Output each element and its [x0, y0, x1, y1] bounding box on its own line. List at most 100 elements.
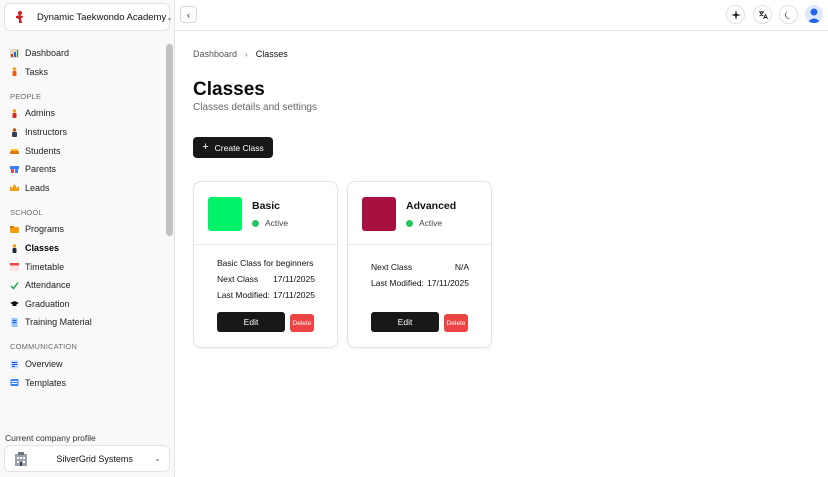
theme-toggle-button[interactable] — [779, 5, 798, 24]
translate-icon — [758, 10, 768, 19]
last-modified-value: 17/11/2025 — [427, 278, 469, 288]
next-class-value: N/A — [454, 262, 469, 272]
sidebar-item-leads[interactable]: Leads — [0, 179, 166, 198]
organization-name: Dynamic Taekwondo Academy — [37, 11, 167, 23]
sidebar-item-dashboard[interactable]: Dashboard — [0, 44, 166, 63]
sidebar-item-label: Graduation — [25, 298, 70, 309]
sidebar-item-label: Students — [25, 145, 61, 156]
admins-icon — [10, 109, 19, 118]
sidebar-item-label: Attendance — [25, 280, 71, 291]
sidebar-item-label: Programs — [25, 224, 65, 235]
class-color-swatch — [208, 197, 242, 231]
sidebar-item-graduation[interactable]: Graduation — [0, 295, 166, 314]
last-modified-row: Last Modified: 17/11/2025 — [217, 290, 315, 300]
sidebar-item-label: Leads — [25, 182, 50, 193]
graduation-cap-icon — [10, 299, 19, 308]
class-color-swatch — [362, 197, 396, 231]
sidebar-item-students[interactable]: Students — [0, 141, 166, 160]
status-label: Active — [265, 218, 289, 228]
sidebar-item-parents[interactable]: Parents — [0, 160, 166, 179]
chevron-down-icon: ⌄ — [154, 454, 161, 463]
next-class-value: 17/11/2025 — [273, 274, 315, 284]
students-icon — [10, 146, 19, 155]
sidebar-item-label: Templates — [25, 377, 67, 388]
breadcrumb: Dashboard › Classes — [193, 49, 288, 59]
sidebar-item-tasks[interactable]: Tasks — [0, 63, 166, 82]
overview-icon — [10, 360, 19, 369]
chevron-right-icon: › — [245, 49, 248, 59]
document-icon — [10, 317, 19, 327]
sidebar-item-label: Classes — [25, 243, 60, 254]
programs-icon — [10, 225, 19, 234]
sparkle-button[interactable] — [726, 5, 745, 24]
sidebar-item-overview[interactable]: Overview — [0, 355, 166, 374]
dashboard-icon — [10, 48, 19, 58]
edit-button[interactable]: Edit — [371, 312, 439, 332]
class-name: Basic — [252, 200, 281, 212]
collapse-sidebar-button[interactable]: ‹ — [180, 6, 197, 23]
delete-button[interactable]: Delete — [444, 314, 468, 332]
next-class-row: Next Class N/A — [371, 262, 469, 272]
status-badge: Active — [252, 218, 288, 228]
next-class-row: Next Class 17/11/2025 — [217, 274, 315, 284]
templates-icon — [10, 378, 19, 387]
last-modified-label: Last Modified: — [217, 290, 270, 300]
sidebar-item-instructors[interactable]: Instructors — [0, 123, 166, 142]
section-label-people: PEOPLE — [10, 91, 42, 101]
parents-icon — [10, 165, 19, 174]
check-icon — [10, 281, 19, 290]
last-modified-label: Last Modified: — [371, 278, 424, 288]
tasks-icon — [10, 67, 19, 77]
class-card-basic: Basic Active Basic Class for beginners N… — [193, 181, 338, 348]
section-label-school: SCHOOL — [10, 207, 43, 217]
sidebar-item-templates[interactable]: Templates — [0, 373, 166, 392]
class-name: Advanced — [406, 200, 457, 212]
chevron-left-icon: ‹ — [187, 9, 190, 20]
organization-switcher[interactable]: Dynamic Taekwondo Academy ⌄ — [4, 3, 173, 31]
taekwondo-logo-icon — [13, 10, 27, 24]
card-divider — [194, 244, 337, 245]
building-icon — [13, 451, 29, 467]
sidebar: Dynamic Taekwondo Academy ⌄ Dashboard Ta… — [0, 0, 175, 477]
sidebar-scrollbar[interactable] — [166, 44, 173, 236]
status-dot-icon — [252, 219, 259, 227]
sidebar-item-timetable[interactable]: Timetable — [0, 257, 166, 276]
sidebar-nav: Dashboard Tasks PEOPLE Admins Instructor… — [0, 44, 166, 392]
top-header: ‹ — [175, 0, 828, 31]
edit-button[interactable]: Edit — [217, 312, 285, 332]
language-button[interactable] — [753, 5, 772, 24]
class-card-advanced: Advanced Active Next Class N/A Last Modi… — [347, 181, 492, 348]
sidebar-item-attendance[interactable]: Attendance — [0, 276, 166, 295]
sidebar-item-label: Dashboard — [25, 48, 70, 59]
status-label: Active — [419, 218, 443, 228]
sidebar-item-training-material[interactable]: Training Material — [0, 313, 166, 332]
main-content: Dashboard › Classes Classes Classes deta… — [175, 31, 828, 477]
instructors-icon — [10, 127, 19, 137]
user-avatar[interactable] — [805, 5, 823, 23]
company-profile-label: Current company profile — [5, 433, 96, 443]
sidebar-item-admins[interactable]: Admins — [0, 104, 166, 123]
sidebar-item-label: Admins — [25, 108, 56, 119]
sidebar-item-label: Tasks — [25, 66, 49, 77]
company-name: SilverGrid Systems — [56, 453, 133, 464]
create-class-label: Create Class — [214, 142, 264, 153]
breadcrumb-current: Classes — [255, 49, 288, 59]
chevron-down-icon: ⌄ — [166, 12, 173, 22]
sidebar-item-programs[interactable]: Programs — [0, 220, 166, 239]
create-class-button[interactable]: + Create Class — [193, 137, 273, 158]
sidebar-item-label: Instructors — [25, 127, 68, 138]
breadcrumb-link-dashboard[interactable]: Dashboard — [193, 49, 237, 59]
last-modified-value: 17/11/2025 — [273, 290, 315, 300]
class-description: Basic Class for beginners — [217, 258, 314, 268]
last-modified-row: Last Modified: 17/11/2025 — [371, 278, 469, 288]
card-divider — [348, 244, 491, 245]
next-class-label: Next Class — [217, 274, 259, 284]
section-label-communication: COMMUNICATION — [10, 342, 78, 352]
sidebar-item-classes[interactable]: Classes — [0, 239, 166, 258]
sidebar-item-label: Timetable — [25, 261, 65, 272]
leads-icon — [10, 183, 19, 192]
company-profile-switcher[interactable]: SilverGrid Systems ⌄ — [4, 445, 170, 472]
moon-icon — [784, 10, 791, 19]
delete-button[interactable]: Delete — [290, 314, 314, 332]
user-icon — [807, 8, 821, 23]
